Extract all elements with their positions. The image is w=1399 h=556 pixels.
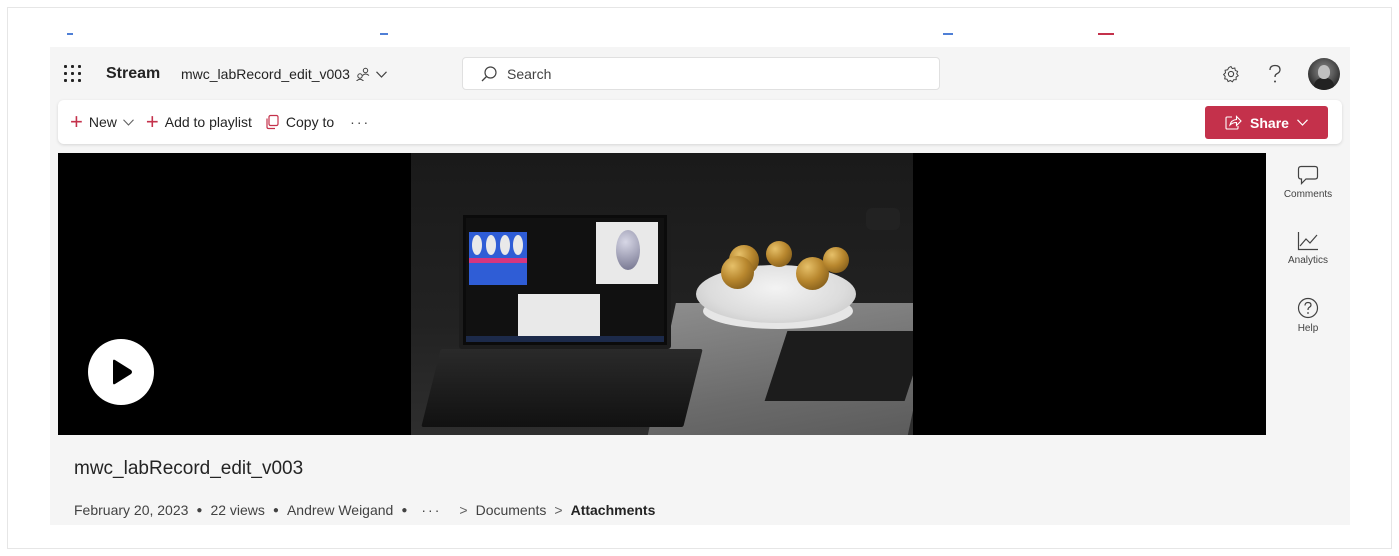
rail-label-comments: Comments — [1283, 189, 1333, 200]
rail-label-analytics: Analytics — [1287, 255, 1328, 266]
copy-to-button[interactable]: Copy to — [264, 106, 334, 138]
add-to-playlist-button[interactable]: + Add to playlist — [146, 106, 252, 138]
doc-title-label: mwc_labRecord_edit_v003 — [181, 66, 350, 82]
search-input[interactable]: Search — [462, 57, 940, 90]
breadcrumb-documents[interactable]: Documents — [476, 502, 547, 518]
chevron-down-icon — [122, 118, 134, 126]
rail-item-comments[interactable]: Comments — [1270, 153, 1346, 219]
more-commands-button[interactable]: ··· — [350, 114, 370, 130]
command-bar: + New + Add to playlist Copy to ··· Shar… — [58, 100, 1342, 144]
doc-title-menu[interactable]: mwc_labRecord_edit_v003 — [181, 66, 387, 82]
plus-icon: + — [145, 109, 159, 134]
stream-app: Stream mwc_labRecord_edit_v003 Search + … — [50, 47, 1350, 525]
rail-item-analytics[interactable]: Analytics — [1270, 219, 1346, 285]
video-player[interactable] — [58, 153, 1266, 435]
chevron-down-icon — [1297, 119, 1308, 126]
app-name[interactable]: Stream — [106, 65, 160, 83]
people-icon — [356, 67, 370, 81]
copy-to-label: Copy to — [285, 114, 335, 130]
author-name[interactable]: Andrew Weigand — [287, 502, 393, 518]
top-header: Stream mwc_labRecord_edit_v003 Search — [50, 47, 1350, 101]
avatar[interactable] — [1308, 58, 1340, 90]
rail-item-help[interactable]: Help — [1270, 285, 1346, 351]
chevron-right-icon: > — [459, 502, 468, 518]
settings-icon[interactable] — [1220, 63, 1242, 85]
chevron-down-icon — [375, 70, 387, 78]
breadcrumb-attachments[interactable]: Attachments — [571, 502, 656, 518]
play-button[interactable] — [88, 339, 154, 405]
video-thumbnail — [411, 153, 913, 435]
rail-label-help: Help — [1297, 323, 1319, 334]
breadcrumb-more-button[interactable]: ··· — [421, 502, 441, 518]
new-label: New — [88, 114, 117, 130]
copy-icon — [266, 114, 279, 130]
share-button[interactable]: Share — [1205, 106, 1328, 139]
side-rail: Comments Analytics Help — [1270, 153, 1346, 351]
header-actions — [1220, 57, 1340, 91]
plus-icon: + — [70, 109, 83, 134]
separator-dot: ● — [196, 504, 203, 516]
waffle-icon[interactable] — [64, 65, 82, 83]
separator-dot: ● — [401, 504, 408, 516]
add-to-playlist-label: Add to playlist — [164, 114, 252, 130]
video-meta: February 20, 2023 ● 22 views ● Andrew We… — [74, 502, 655, 518]
separator-dot: ● — [272, 504, 279, 516]
search-placeholder: Search — [507, 65, 552, 82]
new-button[interactable]: + New — [70, 106, 134, 138]
help-icon[interactable] — [1264, 63, 1286, 85]
search-icon — [481, 65, 497, 81]
share-label: Share — [1250, 114, 1289, 131]
play-icon — [113, 359, 132, 385]
upload-date: February 20, 2023 — [74, 502, 189, 518]
chevron-right-icon: > — [554, 502, 563, 518]
comment-icon — [1297, 165, 1319, 185]
view-count: 22 views — [210, 502, 265, 518]
top-tab-hints — [50, 33, 1350, 37]
share-icon — [1225, 115, 1242, 130]
analytics-icon — [1297, 232, 1318, 251]
video-title: mwc_labRecord_edit_v003 — [74, 458, 304, 479]
help-circle-icon — [1297, 297, 1319, 319]
